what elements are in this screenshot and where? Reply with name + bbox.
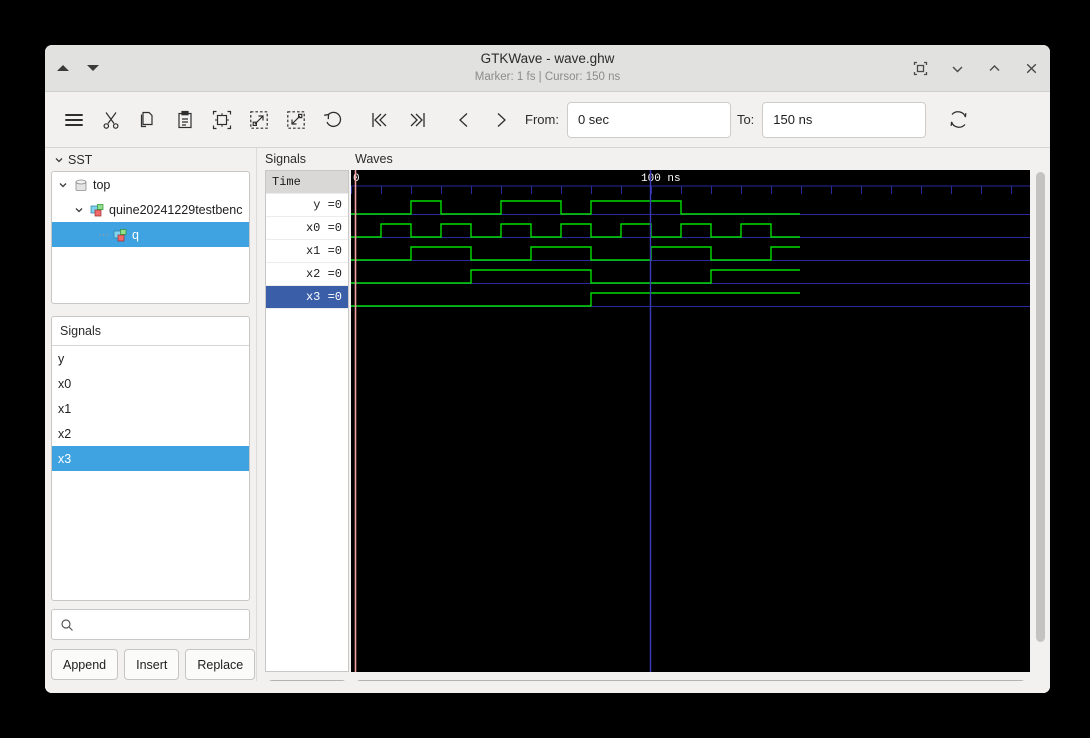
box-icon [75, 179, 87, 191]
search-input[interactable] [51, 609, 250, 640]
title-bar: GTKWave - wave.ghw Marker: 1 fs | Cursor… [45, 45, 1050, 92]
insert-button[interactable]: Insert [124, 649, 180, 680]
title-bar-left-controls [57, 45, 99, 91]
signal-list-panel: Signals y x0 x1 x2 x3 [51, 316, 250, 601]
list-item[interactable]: x1 [52, 396, 249, 421]
wave-name-row-x2[interactable]: x2 =0 [266, 263, 348, 286]
wave-name-label: x2 =0 [305, 267, 342, 281]
sst-node-label: top [93, 177, 111, 192]
signal-name: x2 [58, 426, 72, 441]
svg-text:100 ns: 100 ns [641, 173, 681, 185]
signal-name: x3 [58, 451, 72, 466]
signal-name: x1 [58, 401, 72, 416]
fullscreen-icon[interactable] [911, 59, 929, 77]
next-edge-icon[interactable] [482, 101, 519, 138]
wave-names-header: Signals [265, 152, 306, 166]
gtkwave-window: GTKWave - wave.ghw Marker: 1 fs | Cursor… [45, 45, 1050, 693]
wave-name-label: x1 =0 [305, 244, 342, 258]
left-column: SST top quine20241229testbenc ⋯ q Signal… [45, 148, 256, 693]
list-item[interactable]: x0 [52, 371, 249, 396]
wave-name-label: Time [272, 175, 301, 189]
window-title: GTKWave - wave.ghw [480, 51, 615, 66]
undo-icon[interactable] [314, 101, 351, 138]
signal-list-header: Signals [52, 317, 249, 346]
wave-names-pane: Signals Time y =0 x0 =0 x1 =0 x2 =0 x3 =… [261, 148, 351, 693]
sst-node-q[interactable]: ⋯ q [52, 222, 249, 247]
copy-icon[interactable] [129, 101, 166, 138]
from-input[interactable] [566, 101, 731, 138]
minimize-icon[interactable] [948, 59, 966, 77]
search-icon [61, 618, 73, 631]
wave-name-row-time[interactable]: Time [266, 171, 348, 194]
wave-name-row-x0[interactable]: x0 =0 [266, 217, 348, 240]
main-content: SST top quine20241229testbenc ⋯ q Signal… [45, 148, 1050, 693]
skip-start-icon[interactable] [361, 101, 398, 138]
list-item[interactable]: x2 [52, 421, 249, 446]
module-icon [90, 203, 104, 216]
toolbar: From: To: [45, 92, 1050, 148]
paste-icon[interactable] [166, 101, 203, 138]
marker-cursor-status: Marker: 1 fs | Cursor: 150 ns [474, 71, 621, 83]
scroll-up-triangle-icon[interactable] [57, 65, 69, 71]
sst-header-label: SST [68, 153, 93, 167]
wave-name-label: y =0 [313, 198, 342, 212]
chevron-down-icon[interactable] [58, 180, 68, 190]
wave-drawing: 0 100 ns [351, 170, 1030, 672]
sst-node-testbench[interactable]: quine20241229testbenc [52, 197, 249, 222]
window-controls [911, 45, 1040, 91]
close-icon[interactable] [1022, 59, 1040, 77]
list-item[interactable]: y [52, 346, 249, 371]
sst-tree[interactable]: top quine20241229testbenc ⋯ q [51, 171, 250, 304]
signal-list-body[interactable]: y x0 x1 x2 x3 [52, 346, 249, 471]
zoom-out-icon[interactable] [277, 101, 314, 138]
reload-icon[interactable] [940, 101, 977, 138]
sst-header[interactable]: SST [51, 151, 250, 169]
waves-vertical-scrollbar[interactable] [1034, 172, 1047, 670]
title-block: GTKWave - wave.ghw Marker: 1 fs | Cursor… [45, 50, 1050, 85]
cut-icon[interactable] [92, 101, 129, 138]
menu-icon[interactable] [55, 101, 92, 138]
module-icon [113, 228, 127, 241]
scroll-down-triangle-icon[interactable] [87, 65, 99, 71]
replace-button[interactable]: Replace [185, 649, 256, 680]
wave-name-row-x1[interactable]: x1 =0 [266, 240, 348, 263]
signal-name: x0 [58, 376, 72, 391]
sst-node-top[interactable]: top [52, 172, 249, 197]
waves-header: Waves [355, 152, 393, 166]
wave-name-row-x3[interactable]: x3 =0 [266, 286, 348, 309]
maximize-icon[interactable] [985, 59, 1003, 77]
wave-canvas[interactable]: 0 100 ns [351, 170, 1030, 672]
status-bar [45, 681, 1050, 693]
to-label: To: [736, 112, 755, 127]
signal-action-buttons: Append Insert Replace [51, 649, 256, 680]
skip-end-icon[interactable] [398, 101, 435, 138]
svg-text:0: 0 [353, 173, 360, 185]
to-input[interactable] [762, 101, 927, 138]
prev-edge-icon[interactable] [445, 101, 482, 138]
wave-name-label: x3 =0 [305, 290, 342, 304]
from-label: From: [525, 112, 559, 127]
wave-name-label: x0 =0 [305, 221, 342, 235]
sst-node-label: quine20241229testbenc [109, 202, 243, 217]
signal-name: y [58, 351, 65, 366]
chevron-down-icon [55, 158, 63, 163]
chevron-down-icon[interactable] [74, 205, 84, 215]
list-item[interactable]: x3 [52, 446, 249, 471]
append-button[interactable]: Append [51, 649, 119, 680]
wave-name-row-y[interactable]: y =0 [266, 194, 348, 217]
tree-guide: ⋯ [98, 229, 110, 241]
waves-pane: Waves 0 100 ns [351, 148, 1050, 693]
zoom-fit-icon[interactable] [203, 101, 240, 138]
wave-names-list[interactable]: Time y =0 x0 =0 x1 =0 x2 =0 x3 =0 [265, 170, 349, 672]
sst-node-label: q [132, 227, 139, 242]
zoom-in-icon[interactable] [240, 101, 277, 138]
